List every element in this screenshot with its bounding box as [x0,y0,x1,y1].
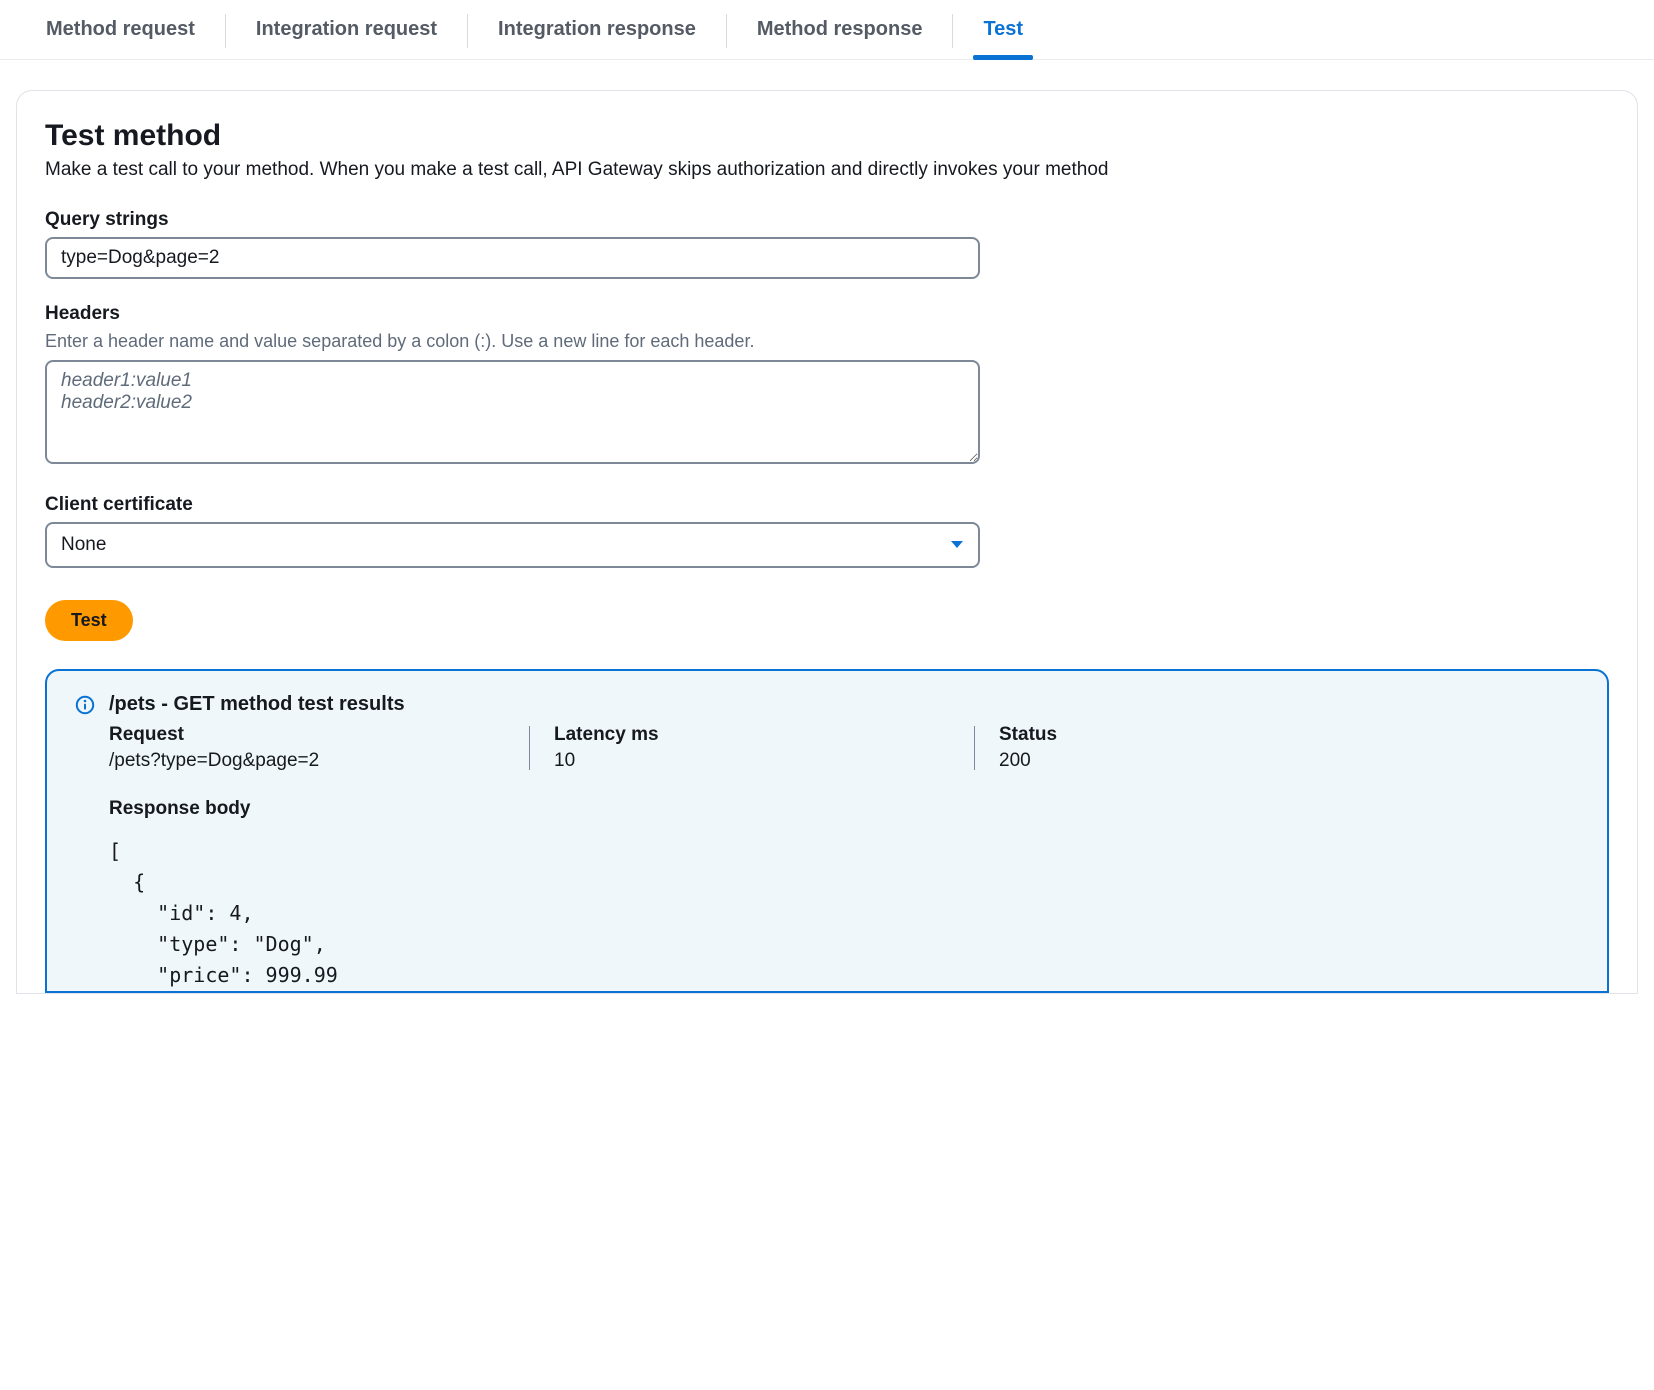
results-metrics: Request /pets?type=Dog&page=2 Latency ms… [109,724,1579,772]
results-title: /pets - GET method test results [109,693,1579,716]
headers-label: Headers [45,303,1609,325]
query-strings-group: Query strings [45,209,1609,279]
metric-latency-value: 10 [554,750,934,772]
headers-input[interactable] [45,360,980,464]
response-body: [ { "id": 4, "type": "Dog", "price": 999… [109,836,1579,991]
metric-request-label: Request [109,724,489,746]
panel-title: Test method [45,119,1609,153]
metric-status-value: 200 [999,750,1057,772]
metric-status-label: Status [999,724,1057,746]
tab-integration-request[interactable]: Integration request [226,8,467,59]
headers-group: Headers Enter a header name and value se… [45,303,1609,470]
metric-separator [529,726,530,770]
test-button[interactable]: Test [45,600,133,641]
tab-method-request[interactable]: Method request [16,8,225,59]
headers-hint: Enter a header name and value separated … [45,331,1609,352]
metric-latency-label: Latency ms [554,724,934,746]
query-strings-label: Query strings [45,209,1609,231]
test-method-panel: Test method Make a test call to your met… [16,90,1638,994]
metric-request: Request /pets?type=Dog&page=2 [109,724,529,772]
metric-latency: Latency ms 10 [554,724,974,772]
tab-integration-response[interactable]: Integration response [468,8,726,59]
client-certificate-label: Client certificate [45,494,1609,516]
method-tabs: Method request Integration request Integ… [0,0,1654,60]
panel-subtitle: Make a test call to your method. When yo… [45,159,1609,181]
tab-method-response[interactable]: Method response [727,8,953,59]
info-icon [75,695,95,991]
tab-test[interactable]: Test [953,8,1053,59]
response-body-label: Response body [109,798,1579,820]
metric-separator [974,726,975,770]
test-results-flash: /pets - GET method test results Request … [45,669,1609,993]
client-certificate-select[interactable]: None [45,522,980,568]
metric-status: Status 200 [999,724,1097,772]
client-certificate-group: Client certificate None [45,494,1609,568]
query-strings-input[interactable] [45,237,980,279]
metric-request-value: /pets?type=Dog&page=2 [109,750,489,772]
